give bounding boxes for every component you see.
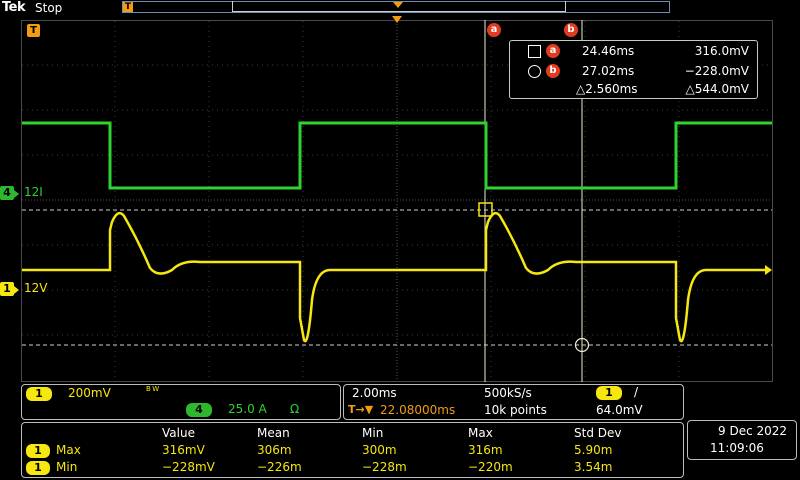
- meas-row-name: Max: [56, 443, 81, 457]
- ch4-impedance-icon: Ω: [290, 402, 300, 416]
- cursor-b-value: −228.0mV: [684, 64, 749, 78]
- cursor-a-label[interactable]: a: [487, 23, 501, 37]
- vertical-settings-panel[interactable]: 1 200mV B W 4 25.0 A Ω: [21, 384, 341, 420]
- cursor-delta-time: △2.560ms: [576, 82, 638, 96]
- meas-header-min: Min: [362, 426, 384, 440]
- meas-header-max: Max: [468, 426, 493, 440]
- sample-rate: 500kS/s: [484, 386, 532, 400]
- cursor-readout-panel: a 24.46ms 316.0mV b 27.02ms −228.0mV △2.…: [509, 40, 758, 99]
- bandwidth-limit-icon: B W: [146, 385, 160, 393]
- meas-row-name: Min: [56, 460, 78, 474]
- meas-row-source-badge: 1: [26, 444, 50, 458]
- cursor-b-label[interactable]: b: [564, 23, 578, 37]
- ch4-scale-badge[interactable]: 4: [186, 403, 212, 417]
- trigger-marker-icon: T: [27, 24, 40, 37]
- meas-cell: 300m: [362, 443, 397, 457]
- meas-cell: 3.54m: [574, 460, 613, 474]
- meas-cell: 306m: [257, 443, 292, 457]
- meas-cell: −220m: [468, 460, 513, 474]
- trigger-source-badge[interactable]: 1: [596, 386, 622, 400]
- ch1-marker-arrow-icon: [14, 286, 19, 294]
- record-length: 10k points: [484, 403, 547, 417]
- cursor-b-circle-icon: [528, 65, 541, 78]
- meas-cell: −228mV: [162, 460, 215, 474]
- ch4-marker[interactable]: 4: [0, 186, 14, 200]
- trigger-time-marker: [392, 16, 402, 23]
- trigger-position: 22.08000ms: [380, 403, 456, 417]
- cursor-b-time: 27.02ms: [582, 64, 635, 78]
- trigger-level: 64.0mV: [596, 403, 643, 417]
- meas-header-std-dev: Std Dev: [574, 426, 622, 440]
- cursor-a-square-icon: [528, 45, 541, 58]
- ch1-marker[interactable]: 1: [0, 282, 14, 296]
- date: 9 Dec 2022: [718, 424, 788, 438]
- cursor-a-time: 24.46ms: [582, 44, 635, 58]
- meas-header-mean: Mean: [257, 426, 290, 440]
- ch1-trigger-level-arrow: [765, 265, 772, 275]
- ch1-label: 12V: [24, 281, 48, 295]
- date-time-panel: 9 Dec 2022 11:09:06: [687, 420, 797, 460]
- meas-cell: −226m: [257, 460, 302, 474]
- meas-cell: 5.90m: [574, 443, 613, 457]
- ch4-label: 12I: [24, 185, 43, 199]
- ch4-marker-arrow-icon: [14, 190, 19, 198]
- measurements-table[interactable]: Value Mean Min Max Std Dev 1 Max 316mV 3…: [21, 422, 684, 478]
- trigger-slope-icon: /: [634, 385, 639, 399]
- timebase: 2.00ms: [352, 386, 397, 400]
- meas-header-value: Value: [162, 426, 195, 440]
- meas-cell: 316m: [468, 443, 503, 457]
- ch1-waveform: [22, 211, 765, 343]
- cursor-a-value: 316.0mV: [694, 44, 749, 58]
- meas-cell: 316mV: [162, 443, 205, 457]
- horizontal-trigger-panel[interactable]: 2.00ms 500kS/s 1 / T→▼ 22.08000ms 10k po…: [343, 384, 684, 420]
- cursor-delta-value: △544.0mV: [685, 82, 749, 96]
- cursor-a-readout-label: a: [546, 44, 560, 58]
- ch4-scale: 25.0 A: [228, 402, 267, 416]
- time: 11:09:06: [710, 441, 764, 455]
- ch1-scale-badge[interactable]: 1: [26, 387, 52, 401]
- trigger-position-icon: T→▼: [348, 403, 374, 416]
- ch1-scale: 200mV: [68, 386, 111, 400]
- meas-cell: −228m: [362, 460, 407, 474]
- cursor-b-readout-label: b: [546, 64, 560, 78]
- meas-row-source-badge: 1: [26, 461, 50, 475]
